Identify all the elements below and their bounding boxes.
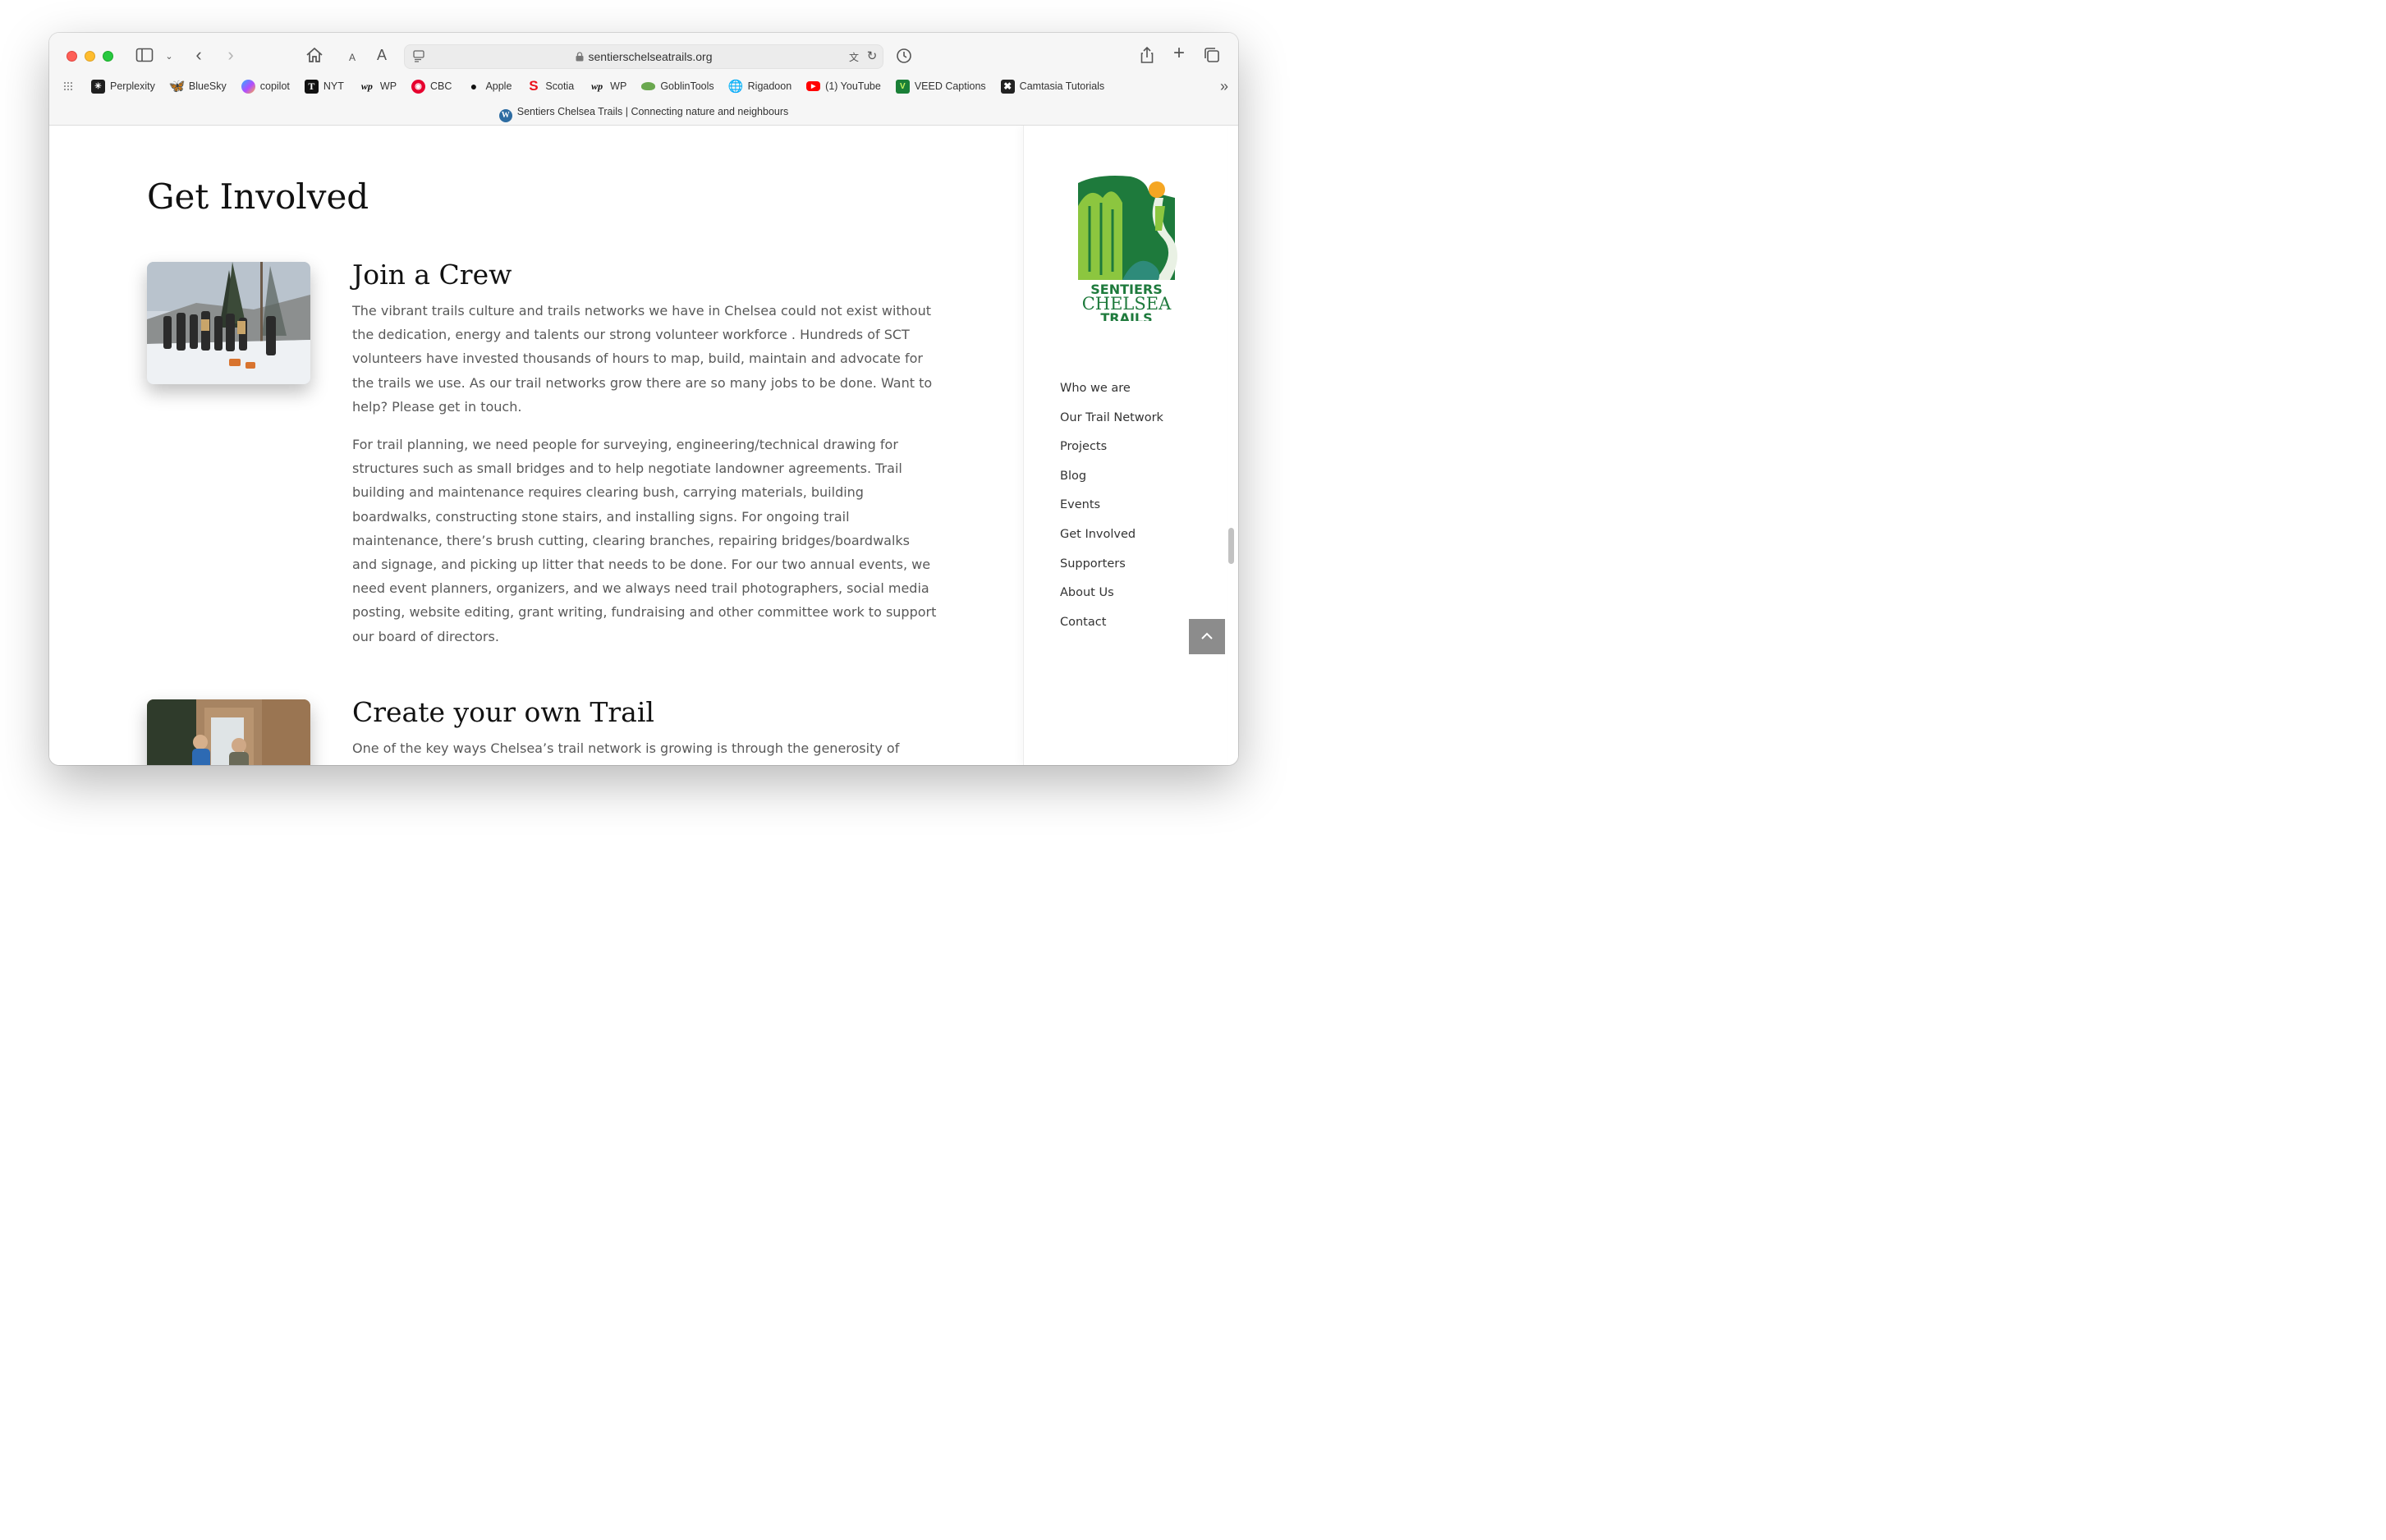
nav-item-supporters[interactable]: Supporters bbox=[1060, 556, 1163, 585]
wp-icon: wp bbox=[591, 80, 603, 92]
zoom-window-button[interactable] bbox=[103, 51, 113, 62]
browser-window: ⌄ ‹ › A A sentierschelseatrails.org 文 ↻ bbox=[49, 33, 1238, 765]
svg-text:TRAILS: TRAILS bbox=[1100, 310, 1152, 321]
veed-icon: V bbox=[895, 79, 910, 94]
bookmark-goblintools[interactable]: GoblinTools bbox=[641, 80, 714, 92]
bookmark-youtube[interactable]: ▶ (1) YouTube bbox=[806, 80, 881, 92]
nyt-icon: T bbox=[304, 79, 319, 94]
forward-button[interactable]: › bbox=[223, 46, 239, 64]
nav-item-about-us[interactable]: About Us bbox=[1060, 584, 1163, 614]
back-to-top-button[interactable] bbox=[1189, 619, 1225, 654]
bluesky-icon: 🦋 bbox=[168, 80, 186, 94]
bookmarks-overflow-icon[interactable]: » bbox=[1215, 78, 1233, 94]
bookmark-cbc[interactable]: ◉ CBC bbox=[411, 79, 452, 94]
wp-icon: wp bbox=[360, 80, 373, 92]
lock-icon bbox=[576, 51, 584, 64]
tab-title[interactable]: W Sentiers Chelsea Trails | Connecting na… bbox=[49, 106, 1238, 122]
camtasia-icon: ✖ bbox=[1000, 79, 1015, 94]
sentiers-chelsea-trails-logo[interactable]: SENTIERS CHELSEA TRAILS bbox=[1073, 173, 1180, 326]
goblintools-icon bbox=[641, 82, 656, 90]
bookmark-apple[interactable]: ● Apple bbox=[466, 80, 512, 94]
nav-item-blog[interactable]: Blog bbox=[1060, 468, 1163, 497]
scotia-icon: S bbox=[529, 78, 539, 94]
scrollbar-thumb[interactable] bbox=[1228, 528, 1234, 564]
section-heading-join-crew: Join a Crew bbox=[352, 259, 512, 291]
bookmark-camtasia[interactable]: ✖ Camtasia Tutorials bbox=[1000, 79, 1104, 94]
text-smaller-button[interactable]: A bbox=[346, 49, 358, 66]
bookmark-copilot[interactable]: copilot bbox=[241, 79, 290, 94]
perplexity-icon: ✳ bbox=[91, 79, 105, 94]
bookmark-perplexity[interactable]: ✳ Perplexity bbox=[91, 79, 155, 94]
browser-toolbar: ⌄ ‹ › A A sentierschelseatrails.org 文 ↻ bbox=[49, 33, 1238, 126]
address-bar[interactable]: sentierschelseatrails.org 文 ↻ bbox=[404, 44, 883, 69]
bookmarks-bar: ✳ Perplexity 🦋 BlueSky copilot T NYT wp WP ◉… bbox=[63, 78, 1189, 94]
back-button[interactable]: ‹ bbox=[190, 46, 207, 64]
youtube-icon: ▶ bbox=[806, 81, 821, 91]
new-tab-icon[interactable]: + bbox=[1170, 44, 1188, 63]
apps-grid-icon[interactable] bbox=[63, 81, 75, 91]
window-controls bbox=[67, 51, 113, 62]
reload-icon[interactable]: ↻ bbox=[865, 48, 879, 65]
sidebar-nav: Who we are Our Trail Network Projects Bl… bbox=[1060, 380, 1163, 643]
create-trail-photo bbox=[147, 699, 310, 765]
page-content: Get Involved Join a Crew The vibrant tra… bbox=[49, 126, 1238, 765]
page-title: Get Involved bbox=[147, 176, 369, 217]
nav-item-get-involved[interactable]: Get Involved bbox=[1060, 526, 1163, 556]
bookmark-rigadoon[interactable]: 🌐 Rigadoon bbox=[727, 80, 792, 94]
bookmark-veed[interactable]: V VEED Captions bbox=[895, 79, 986, 94]
apple-icon: ● bbox=[470, 80, 478, 93]
bookmark-wp-2[interactable]: wp WP bbox=[589, 80, 626, 94]
tab-overview-icon[interactable] bbox=[1203, 47, 1221, 67]
chevron-down-icon[interactable]: ⌄ bbox=[163, 48, 175, 65]
bookmark-nyt[interactable]: T NYT bbox=[304, 79, 344, 94]
nav-item-projects[interactable]: Projects bbox=[1060, 438, 1163, 468]
bookmark-scotia[interactable]: S Scotia bbox=[526, 78, 574, 94]
nav-item-our-trail-network[interactable]: Our Trail Network bbox=[1060, 410, 1163, 439]
history-icon[interactable] bbox=[895, 48, 913, 68]
translate-icon[interactable]: 文 bbox=[846, 49, 862, 66]
globe-icon: 🌐 bbox=[727, 80, 744, 94]
text-larger-button[interactable]: A bbox=[374, 47, 389, 63]
close-window-button[interactable] bbox=[67, 51, 77, 62]
share-icon[interactable] bbox=[1138, 46, 1156, 68]
nav-item-who-we-are[interactable]: Who we are bbox=[1060, 380, 1163, 410]
home-icon[interactable] bbox=[305, 47, 324, 67]
nav-item-events[interactable]: Events bbox=[1060, 497, 1163, 526]
section-heading-create-trail: Create your own Trail bbox=[352, 696, 654, 728]
minimize-window-button[interactable] bbox=[85, 51, 95, 62]
nav-item-contact[interactable]: Contact bbox=[1060, 614, 1163, 644]
cbc-icon: ◉ bbox=[411, 79, 426, 94]
create-trail-paragraph-1: One of the key ways Chelsea’s trail netw… bbox=[352, 740, 900, 765]
wordpress-icon: W bbox=[498, 108, 512, 122]
bookmark-bluesky[interactable]: 🦋 BlueSky bbox=[168, 80, 226, 94]
copilot-icon bbox=[241, 79, 255, 94]
url-text: sentierschelseatrails.org bbox=[588, 50, 713, 63]
sidebar-toggle-icon[interactable] bbox=[135, 48, 154, 66]
bookmark-wp[interactable]: wp WP bbox=[359, 80, 397, 94]
join-crew-paragraph-2: For trail planning, we need people for s… bbox=[352, 437, 937, 644]
chevron-up-icon bbox=[1200, 630, 1214, 644]
join-crew-photo bbox=[147, 262, 310, 384]
sidebar: SENTIERS CHELSEA TRAILS Who we are Our T… bbox=[1023, 126, 1227, 765]
join-crew-paragraph-1: The vibrant trails culture and trails ne… bbox=[352, 303, 933, 415]
